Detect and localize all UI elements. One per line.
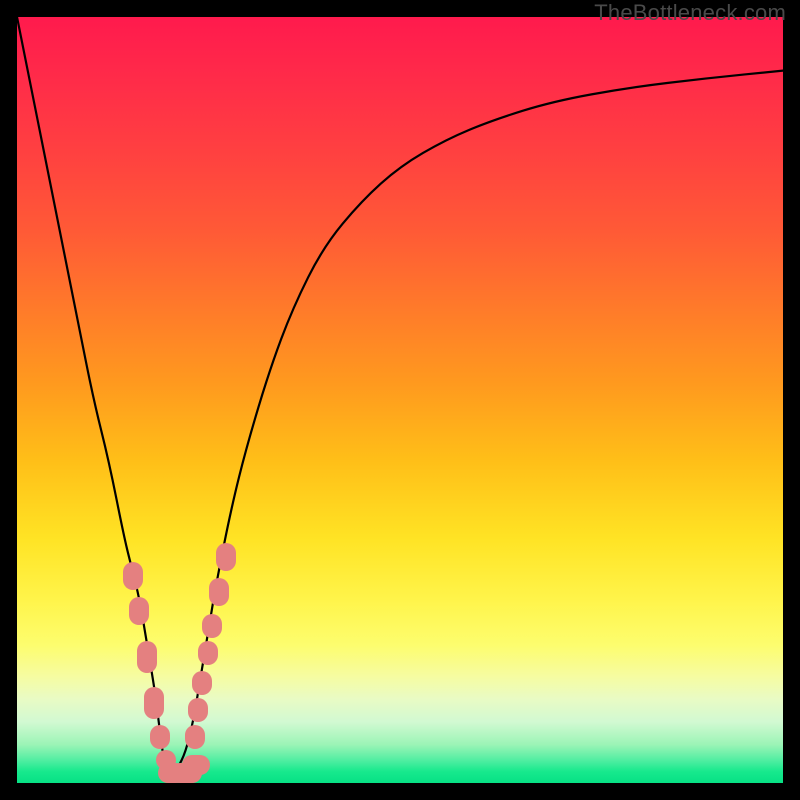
data-dot	[137, 641, 157, 673]
data-dot	[202, 614, 222, 638]
data-dot	[198, 641, 218, 665]
data-dot	[144, 687, 164, 719]
chart-frame: TheBottleneck.com	[0, 0, 800, 800]
data-dot	[182, 755, 210, 775]
data-dot	[150, 725, 170, 749]
data-dot	[209, 578, 229, 606]
bottleneck-curve	[17, 17, 783, 783]
data-dot	[123, 562, 143, 590]
data-dot	[188, 698, 208, 722]
data-dot	[185, 725, 205, 749]
plot-area	[17, 17, 783, 783]
data-dot	[216, 543, 236, 571]
watermark-text: TheBottleneck.com	[594, 0, 786, 26]
data-dot	[129, 597, 149, 625]
data-dot	[192, 671, 212, 695]
